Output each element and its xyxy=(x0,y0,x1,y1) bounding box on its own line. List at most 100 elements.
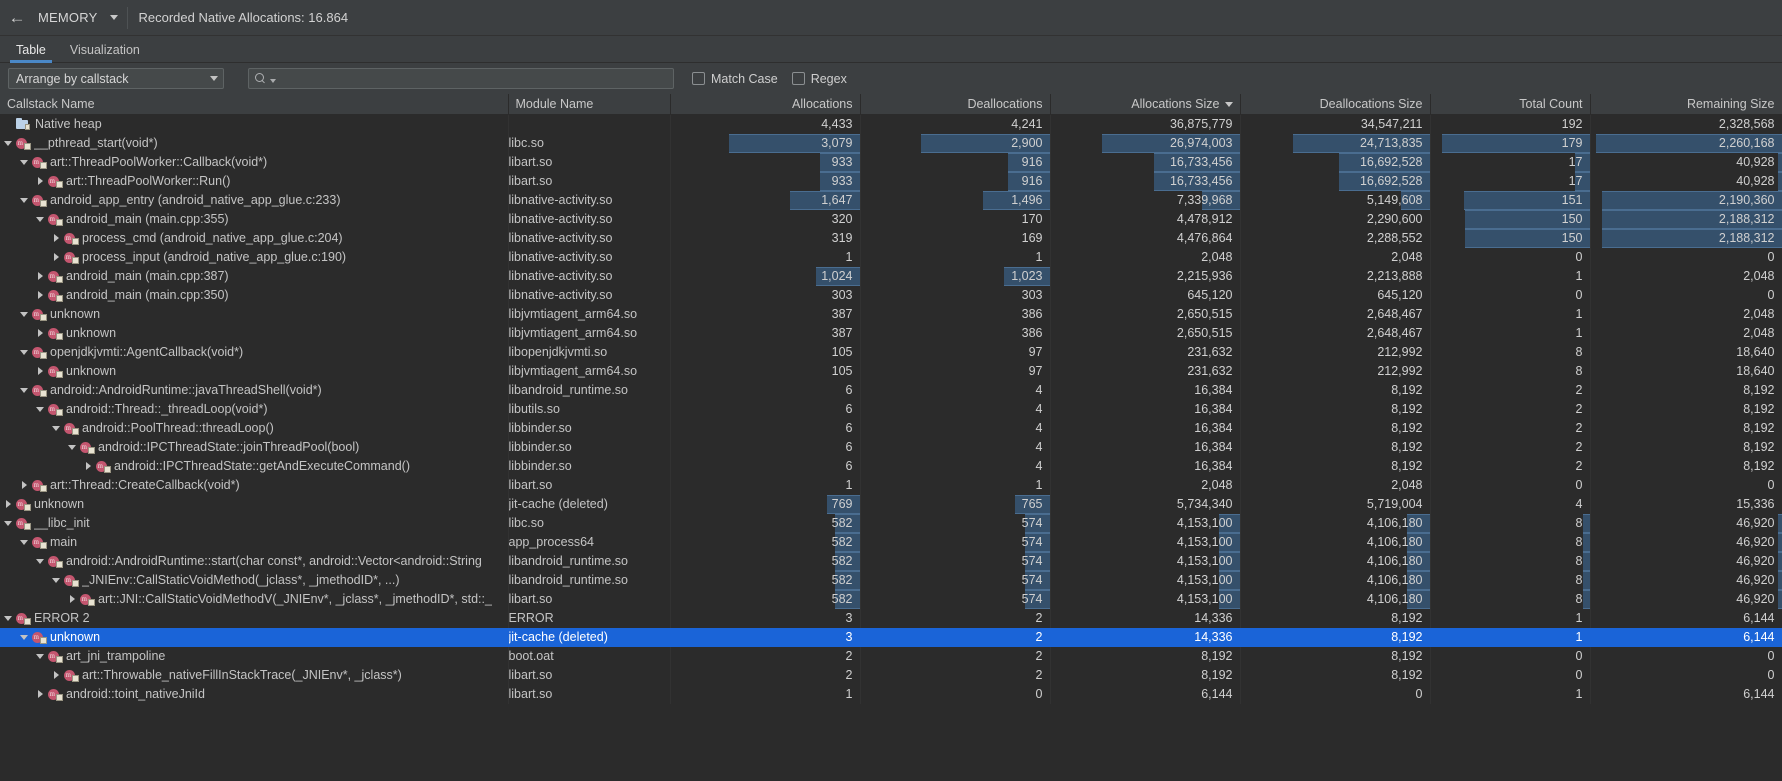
expand-collapse-triangle-right-icon[interactable] xyxy=(48,253,64,261)
table-row[interactable]: m__libc_initlibc.so5825744,153,1004,106,… xyxy=(0,514,1782,533)
table-row[interactable]: mandroid_app_entry (android_native_app_g… xyxy=(0,191,1782,210)
expand-collapse-triangle-down-icon[interactable] xyxy=(0,616,16,621)
table-row[interactable]: mandroid_main (main.cpp:350)libnative-ac… xyxy=(0,286,1782,305)
table-row[interactable]: mandroid::Thread::_threadLoop(void*)libu… xyxy=(0,400,1782,419)
column-header-mod[interactable]: Module Name xyxy=(508,94,670,114)
expand-collapse-triangle-right-icon[interactable] xyxy=(32,272,48,280)
cell-alloc: 387 xyxy=(670,305,860,324)
expand-collapse-triangle-right-icon[interactable] xyxy=(16,481,32,489)
column-header-dsize[interactable]: Deallocations Size xyxy=(1240,94,1430,114)
expand-collapse-triangle-down-icon[interactable] xyxy=(0,141,16,146)
expand-collapse-triangle-down-icon[interactable] xyxy=(64,445,80,450)
table-row[interactable]: munknownlibjvmtiagent_arm64.so10597231,6… xyxy=(0,362,1782,381)
cell-value: 2 xyxy=(1576,383,1590,397)
table-row[interactable]: mandroid::AndroidRuntime::start(char con… xyxy=(0,552,1782,571)
column-header-deall[interactable]: Deallocations xyxy=(860,94,1050,114)
table-row[interactable]: mart::JNI::CallStaticVoidMethodV(_JNIEnv… xyxy=(0,590,1782,609)
expand-collapse-triangle-right-icon[interactable] xyxy=(48,671,64,679)
table-row[interactable]: mart::ThreadPoolWorker::Run()libart.so93… xyxy=(0,172,1782,191)
expand-collapse-triangle-down-icon[interactable] xyxy=(32,217,48,222)
expand-collapse-triangle-down-icon[interactable] xyxy=(48,578,64,583)
expand-collapse-triangle-down-icon[interactable] xyxy=(16,350,32,355)
expand-collapse-triangle-down-icon[interactable] xyxy=(48,426,64,431)
cell-dsize: 4,106,180 xyxy=(1240,571,1430,590)
callstack-table-container[interactable]: Callstack NameModule NameAllocationsDeal… xyxy=(0,94,1782,780)
table-row[interactable]: m__pthread_start(void*)libc.so3,0792,900… xyxy=(0,134,1782,153)
back-arrow-icon[interactable]: ← xyxy=(0,1,34,35)
cell-value: 46,920 xyxy=(1736,554,1781,568)
cell-dsize: 212,992 xyxy=(1240,362,1430,381)
table-row[interactable]: mandroid::toint_nativeJniIdlibart.so106,… xyxy=(0,685,1782,704)
column-header-name[interactable]: Callstack Name xyxy=(0,94,508,114)
column-header-asize[interactable]: Allocations Size xyxy=(1050,94,1240,114)
table-row[interactable]: munknownlibjvmtiagent_arm64.so3873862,65… xyxy=(0,324,1782,343)
table-row[interactable]: mart_jni_trampolineboot.oat228,1928,1920… xyxy=(0,647,1782,666)
cell-value: 582 xyxy=(832,573,860,587)
expand-collapse-triangle-down-icon[interactable] xyxy=(16,388,32,393)
table-row[interactable]: mprocess_input (android_native_app_glue.… xyxy=(0,248,1782,267)
expand-collapse-triangle-right-icon[interactable] xyxy=(32,690,48,698)
expand-collapse-triangle-down-icon[interactable] xyxy=(0,521,16,526)
table-row[interactable]: mandroid::PoolThread::threadLoop()libbin… xyxy=(0,419,1782,438)
search-field[interactable] xyxy=(248,68,674,89)
cell-value: 2 xyxy=(846,649,860,663)
expand-collapse-triangle-down-icon[interactable] xyxy=(32,654,48,659)
table-row[interactable]: mart::Throwable_nativeFillInStackTrace(_… xyxy=(0,666,1782,685)
table-row[interactable]: munknownlibjvmtiagent_arm64.so3873862,65… xyxy=(0,305,1782,324)
table-row[interactable]: mandroid_main (main.cpp:387)libnative-ac… xyxy=(0,267,1782,286)
cell-value: 2 xyxy=(1036,668,1050,682)
table-row[interactable]: Native heap4,4334,24136,875,77934,547,21… xyxy=(0,114,1782,134)
regex-checkbox[interactable]: Regex xyxy=(792,72,847,86)
cell-module-name: libjvmtiagent_arm64.so xyxy=(508,305,670,324)
expand-collapse-triangle-down-icon[interactable] xyxy=(32,407,48,412)
expand-collapse-triangle-down-icon[interactable] xyxy=(16,540,32,545)
tab-visualization[interactable]: Visualization xyxy=(58,44,152,63)
table-row[interactable]: mERROR 2ERROR3214,3368,19216,144 xyxy=(0,609,1782,628)
column-header-count[interactable]: Total Count xyxy=(1430,94,1590,114)
expand-collapse-triangle-right-icon[interactable] xyxy=(0,500,16,508)
cell-value: 6 xyxy=(846,421,860,435)
column-header-label: Callstack Name xyxy=(7,97,95,111)
method-icon: m xyxy=(48,213,63,226)
expand-collapse-triangle-right-icon[interactable] xyxy=(32,291,48,299)
table-row[interactable]: munknownjit-cache (deleted)3214,3368,192… xyxy=(0,628,1782,647)
table-row[interactable]: mandroid::IPCThreadState::getAndExecuteC… xyxy=(0,457,1782,476)
expand-collapse-triangle-right-icon[interactable] xyxy=(64,595,80,603)
table-row[interactable]: munknownjit-cache (deleted)7697655,734,3… xyxy=(0,495,1782,514)
expand-collapse-triangle-down-icon[interactable] xyxy=(16,635,32,640)
cell-value: 6 xyxy=(846,383,860,397)
stage-chevron-down-icon[interactable] xyxy=(103,1,125,35)
cell-asize: 8,192 xyxy=(1050,666,1240,685)
expand-collapse-triangle-down-icon[interactable] xyxy=(16,198,32,203)
cell-module-name: libart.so xyxy=(508,590,670,609)
table-row[interactable]: mandroid::AndroidRuntime::javaThreadShel… xyxy=(0,381,1782,400)
expand-collapse-triangle-down-icon[interactable] xyxy=(16,160,32,165)
cell-value: 2 xyxy=(1036,611,1050,625)
table-row[interactable]: mart::Thread::CreateCallback(void*)libar… xyxy=(0,476,1782,495)
table-row[interactable]: mprocess_cmd (android_native_app_glue.c:… xyxy=(0,229,1782,248)
tab-table[interactable]: Table xyxy=(4,44,58,63)
match-case-checkbox[interactable]: Match Case xyxy=(692,72,778,86)
expand-collapse-triangle-down-icon[interactable] xyxy=(16,312,32,317)
expand-collapse-triangle-right-icon[interactable] xyxy=(32,177,48,185)
cell-deall: 1 xyxy=(860,248,1050,267)
method-icon: m xyxy=(16,612,31,625)
cell-module-name: jit-cache (deleted) xyxy=(508,495,670,514)
table-row[interactable]: mmainapp_process645825744,153,1004,106,1… xyxy=(0,533,1782,552)
table-row[interactable]: mandroid::IPCThreadState::joinThreadPool… xyxy=(0,438,1782,457)
column-header-rsize[interactable]: Remaining Size xyxy=(1590,94,1782,114)
expand-collapse-triangle-right-icon[interactable] xyxy=(32,367,48,375)
search-input[interactable] xyxy=(276,72,667,86)
table-row[interactable]: mandroid_main (main.cpp:355)libnative-ac… xyxy=(0,210,1782,229)
expand-collapse-triangle-right-icon[interactable] xyxy=(32,329,48,337)
cell-value: 1 xyxy=(1036,478,1050,492)
arrange-by-dropdown[interactable]: Arrange by callstack xyxy=(8,68,224,89)
table-row[interactable]: m_JNIEnv::CallStaticVoidMethod(_jclass*,… xyxy=(0,571,1782,590)
table-row[interactable]: mart::ThreadPoolWorker::Callback(void*)l… xyxy=(0,153,1782,172)
expand-collapse-triangle-right-icon[interactable] xyxy=(80,462,96,470)
cell-value: 16,692,528 xyxy=(1360,174,1430,188)
table-row[interactable]: mopenjdkjvmti::AgentCallback(void*)libop… xyxy=(0,343,1782,362)
expand-collapse-triangle-down-icon[interactable] xyxy=(32,559,48,564)
column-header-alloc[interactable]: Allocations xyxy=(670,94,860,114)
expand-collapse-triangle-right-icon[interactable] xyxy=(48,234,64,242)
